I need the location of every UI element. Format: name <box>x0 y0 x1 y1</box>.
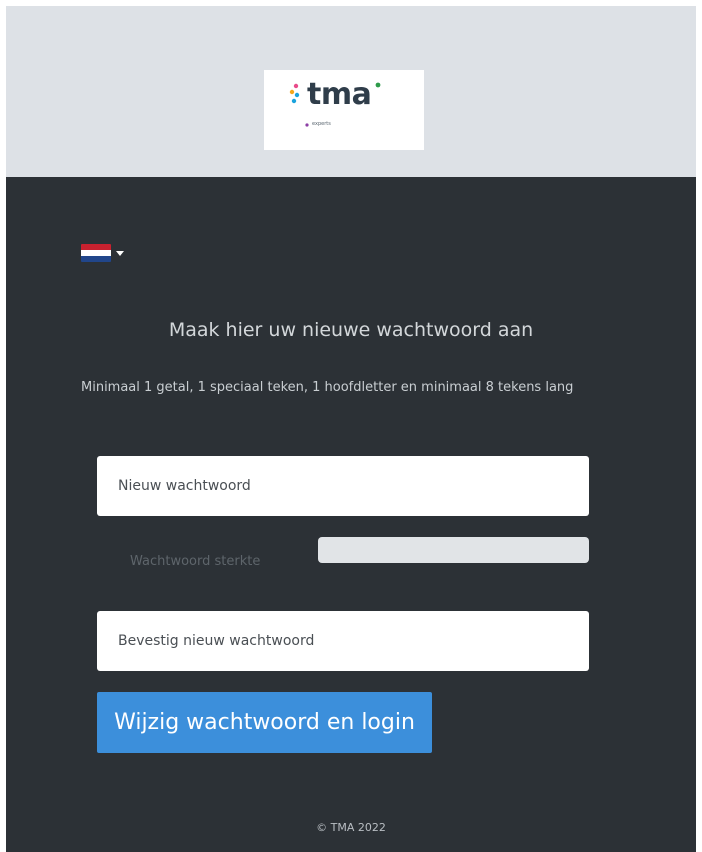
password-requirements: Minimaal 1 getal, 1 speciaal teken, 1 ho… <box>81 380 574 395</box>
logo-tagline: experts <box>312 121 331 127</box>
password-strength-meter <box>318 537 589 563</box>
page-frame: tma experts Maak hier uw nieuwe wachtwoo… <box>6 6 696 852</box>
change-password-login-button[interactable]: Wijzig wachtwoord en login <box>97 692 432 753</box>
logo-wordmark: tma <box>307 77 372 112</box>
tma-logo: tma experts <box>264 70 424 150</box>
netherlands-flag-icon <box>81 244 111 262</box>
caret-down-icon <box>116 251 124 256</box>
header: tma experts <box>6 6 696 177</box>
confirm-password-input[interactable] <box>97 611 589 671</box>
new-password-input[interactable] <box>97 456 589 516</box>
footer-copyright: © TMA 2022 <box>316 821 386 834</box>
password-strength-label: Wachtwoord sterkte <box>130 554 261 569</box>
page-title: Maak hier uw nieuwe wachtwoord aan <box>168 319 534 341</box>
main-panel: Maak hier uw nieuwe wachtwoord aan Minim… <box>6 177 696 852</box>
language-selector[interactable] <box>81 244 131 264</box>
